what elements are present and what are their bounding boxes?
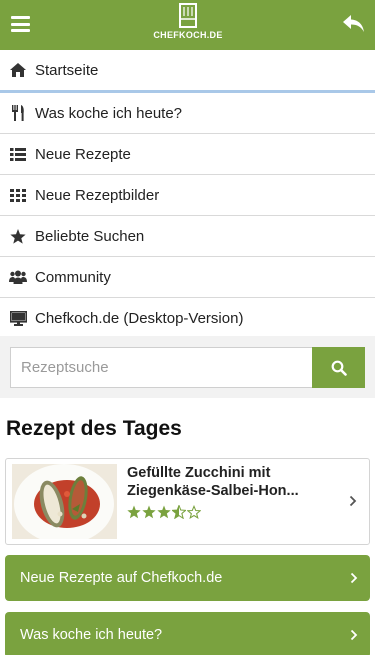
menu-item-label: Neue Rezeptbilder: [35, 186, 160, 204]
chef-hat-icon: [179, 3, 197, 28]
reply-arrow-icon: [343, 15, 364, 32]
star-half-icon: [172, 505, 186, 519]
menu-item-was-koche-ich-heute[interactable]: Was koche ich heute?: [0, 93, 375, 134]
users-icon: [9, 269, 27, 285]
recipe-image: [12, 464, 117, 539]
star-empty-icon: [187, 505, 201, 519]
chevron-right-icon: [350, 629, 358, 641]
star-full-icon: [127, 505, 141, 519]
menu-item-neue-rezeptbilder[interactable]: Neue Rezeptbilder: [0, 175, 375, 216]
search-icon: [331, 360, 347, 376]
fork-knife-icon: [9, 105, 27, 121]
menu-item-neue-rezepte[interactable]: Neue Rezepte: [0, 134, 375, 175]
star-full-icon: [142, 505, 156, 519]
star-icon: [9, 228, 27, 244]
menu-item-label: Neue Rezepte: [35, 145, 131, 163]
menu-item-label: Was koche ich heute?: [35, 104, 183, 122]
new-recipes-button[interactable]: Neue Rezepte auf Chefkoch.de: [5, 555, 370, 601]
chefkoch-logo[interactable]: CHEFKOCH.DE: [150, 3, 226, 45]
what-to-cook-button[interactable]: Was koche ich heute?: [5, 612, 370, 655]
list-icon: [9, 146, 27, 162]
top-bar: CHEFKOCH.DE: [0, 0, 375, 50]
logo-text: CHEFKOCH.DE: [153, 30, 223, 40]
section-title: Rezept des Tages: [6, 417, 182, 440]
menu-item-desktop-version[interactable]: Chefkoch.de (Desktop-Version): [0, 298, 375, 339]
desktop-icon: [9, 310, 27, 326]
chevron-right-icon: [349, 495, 357, 507]
recipe-of-day-card[interactable]: Gefüllte Zucchini mit Ziegenkäse-Salbei-…: [5, 458, 370, 545]
new-recipes-label: Neue Rezepte auf Chefkoch.de: [20, 570, 223, 586]
search-input[interactable]: [10, 347, 312, 388]
menu-item-beliebte-suchen[interactable]: Beliebte Suchen: [0, 216, 375, 257]
rating-stars: [127, 505, 202, 519]
menu-item-community[interactable]: Community: [0, 257, 375, 298]
menu-item-label: Beliebte Suchen: [35, 227, 145, 245]
navigation-menu: Startseite Was koche ich heute? Neue Rez…: [0, 50, 375, 339]
search-bar: [0, 336, 375, 398]
star-full-icon: [157, 505, 171, 519]
menu-item-label: Chefkoch.de (Desktop-Version): [35, 309, 244, 327]
menu-item-label: Startseite: [35, 61, 99, 79]
home-icon: [9, 62, 27, 78]
hamburger-menu-icon[interactable]: [11, 16, 30, 32]
recipe-title: Gefüllte Zucchini mit Ziegenkäse-Salbei-…: [127, 465, 299, 499]
grid-icon: [9, 187, 27, 203]
menu-item-startseite[interactable]: Startseite: [0, 50, 375, 93]
search-button[interactable]: [312, 347, 365, 388]
back-button[interactable]: [341, 12, 367, 36]
chevron-right-icon: [350, 572, 358, 584]
what-to-cook-label: Was koche ich heute?: [20, 627, 163, 643]
menu-item-label: Community: [35, 268, 111, 286]
